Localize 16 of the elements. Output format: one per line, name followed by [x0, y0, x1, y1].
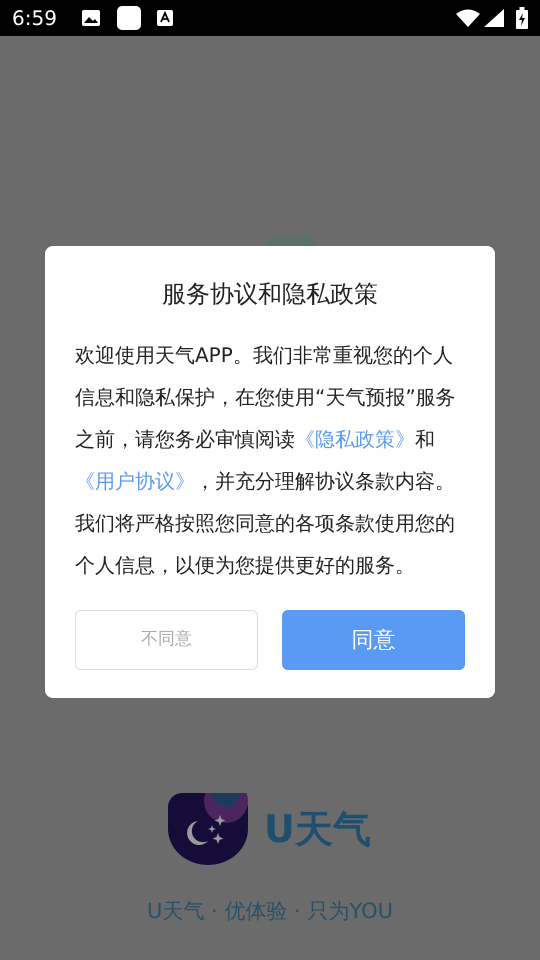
battery-icon	[516, 7, 528, 29]
dialog-title: 服务协议和隐私政策	[161, 279, 379, 310]
agree-button[interactable]: 同意	[282, 610, 465, 670]
disagree-button[interactable]: 不同意	[75, 610, 258, 670]
moon-logo-icon	[168, 793, 248, 865]
image-icon	[80, 9, 101, 27]
clock: 6:59	[12, 5, 57, 32]
signal-icon	[484, 9, 504, 27]
app-icon	[116, 6, 141, 30]
policy-link[interactable]: 《隐私政策》	[295, 427, 415, 451]
wifi-icon	[456, 9, 480, 27]
app-slogan: U天气 · 优体验 · 只为YOU	[146, 898, 394, 925]
app-name: U天气	[264, 806, 371, 852]
agreement-text: 欢迎使用天气APP。我们非常重视您的个人信息和隐私保护，在您使用“天气预报”服务之前，请您务必审慎阅读《隐私政策》和 《用户协议》，并充分理解协议条款内容。我们将严格按照您同意的各项条款使用您的个人信息，以便为您提供更好的服务。	[75, 342, 457, 579]
policy-link[interactable]: 《用户协议》	[75, 469, 195, 493]
font-icon	[156, 10, 173, 26]
